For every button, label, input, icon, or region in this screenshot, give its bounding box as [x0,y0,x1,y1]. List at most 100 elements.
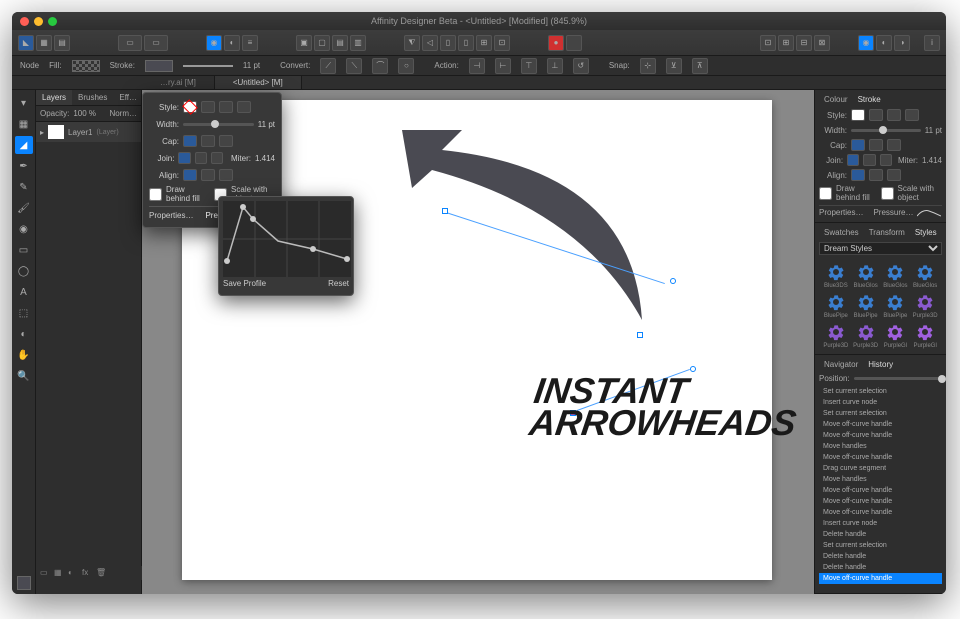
style-swatch-item[interactable]: Purple3D [852,321,880,349]
align-button[interactable]: ▯ [458,35,474,51]
history-item[interactable]: Drag curve segment [819,463,942,474]
view-button[interactable]: ◉ [858,35,874,51]
history-item[interactable]: Delete handle [819,562,942,573]
pen-tool[interactable]: ✒ [15,157,33,175]
action-button[interactable]: ⊤ [521,58,537,74]
style-swatch-item[interactable]: PurpleGl [911,321,939,349]
align-button[interactable]: ⊞ [476,35,492,51]
persona-export-icon[interactable]: ▤ [54,35,70,51]
history-item[interactable]: Move off-curve handle [819,496,942,507]
foreground-color[interactable] [17,576,31,590]
style-brush-button[interactable] [237,101,251,113]
style-swatch-item[interactable]: BluePipe [882,291,910,319]
history-item[interactable]: Delete handle [819,551,942,562]
fx-icon[interactable]: fx [82,568,92,578]
history-item[interactable]: Move off-curve handle [819,507,942,518]
snap-button[interactable]: ⊞ [778,35,794,51]
color-selector-2-button[interactable]: ▭ [144,35,168,51]
arrange-button[interactable]: ▢ [314,35,330,51]
scale-obj-checkbox[interactable] [881,187,894,200]
style-solid-button[interactable] [201,101,215,113]
styles-dropdown[interactable]: Dream Styles [819,242,942,255]
align-outside[interactable] [887,169,901,181]
miter-value[interactable]: 1.414 [255,154,275,163]
snap-button[interactable]: ⊻ [666,58,682,74]
action-button[interactable]: ⊥ [547,58,563,74]
width-slider[interactable] [183,123,254,126]
stroke-panel-tab[interactable]: Stroke [853,92,886,106]
toolbar-button[interactable]: ◉ [206,35,222,51]
align-button[interactable]: ⊡ [494,35,510,51]
style-brush[interactable] [905,109,919,121]
history-item[interactable]: Insert curve node [819,397,942,408]
style-swatch-item[interactable]: BlueGlos [852,261,880,289]
hand-tool[interactable]: ✋ [15,346,33,364]
action-button[interactable]: ⊣ [469,58,485,74]
stroke-width[interactable]: 11 pt [243,61,260,70]
zoom-tool[interactable]: 🔍 [15,367,33,385]
convert-button[interactable]: ⌒ [372,58,388,74]
swatches-tab[interactable]: Swatches [819,225,864,239]
snap-button[interactable]: ⊹ [640,58,656,74]
join-round-button[interactable] [195,152,207,164]
color-selector-button[interactable]: ▭ [118,35,142,51]
curve-node[interactable] [637,332,643,338]
arrow-shape[interactable] [382,110,712,350]
curve-node[interactable] [442,208,448,214]
stroke-swatch[interactable] [145,60,173,72]
fill-tool[interactable]: ◉ [15,220,33,238]
text-frame-tool[interactable]: ⬚ [15,304,33,322]
pressure-button[interactable]: Pressure… [873,208,913,217]
node-tool[interactable]: ◢ [15,136,33,154]
transform-tab[interactable]: Transform [864,225,910,239]
snap-button[interactable]: ⊟ [796,35,812,51]
canvas-text[interactable]: INSTANT ARROWHEADS [527,375,802,440]
history-item[interactable]: Move off-curve handle [819,573,942,584]
cap-round-button[interactable] [201,135,215,147]
style-swatch-item[interactable]: BlueGlos [882,261,910,289]
history-item[interactable]: Set current selection [819,386,942,397]
document-tab[interactable]: <Untitled> [M] [215,76,302,89]
style-swatch-item[interactable]: Purple3D [822,321,850,349]
align-inside-button[interactable] [201,169,215,181]
style-dash-button[interactable] [219,101,233,113]
layer-expand-icon[interactable]: ▸ [40,128,44,137]
draw-behind-checkbox[interactable] [819,187,832,200]
join-bevel-button[interactable] [211,152,223,164]
history-item[interactable]: Move handles [819,441,942,452]
layers-tab[interactable]: Layers [36,90,72,105]
blend-mode[interactable]: Norm… [109,109,137,118]
shape-tool[interactable]: ◯ [15,262,33,280]
add-group-icon[interactable]: ▦ [54,568,64,578]
history-tab[interactable]: History [863,357,898,371]
snap-button[interactable]: ⊡ [760,35,776,51]
persona-designer-icon[interactable]: ◣ [18,35,34,51]
layer-row[interactable]: ▸ Layer1 (Layer) [36,122,141,142]
history-item[interactable]: Insert curve node [819,518,942,529]
brush-tool[interactable]: 🖌 [15,199,33,217]
history-item[interactable]: Move off-curve handle [819,430,942,441]
convert-button[interactable]: ○ [398,58,414,74]
convert-button[interactable]: ⟍ [346,58,362,74]
align-button[interactable]: ⧨ [404,35,420,51]
minimize-window-button[interactable] [34,17,43,26]
style-swatch-item[interactable]: BluePipe [852,291,880,319]
action-button[interactable]: ↺ [573,58,589,74]
join-bevel[interactable] [880,154,892,166]
color-picker-tool[interactable]: ◐ [15,325,33,343]
style-swatch-item[interactable]: Blue3DS [822,261,850,289]
join-miter-button[interactable] [178,152,190,164]
styles-tab[interactable]: Styles [910,225,942,239]
history-item[interactable]: Move off-curve handle [819,419,942,430]
add-layer-icon[interactable]: ▭ [40,568,50,578]
style-swatch-item[interactable]: Purple3D [911,291,939,319]
style-swatch-item[interactable]: PurpleGl [882,321,910,349]
toolbar-button[interactable]: ◐ [224,35,240,51]
fill-swatch[interactable] [72,60,100,72]
shape-tool[interactable]: ▭ [15,241,33,259]
draw-behind-checkbox[interactable] [149,188,162,201]
convert-button[interactable]: ⟋ [320,58,336,74]
style-dash[interactable] [887,109,901,121]
curve-handle[interactable] [670,278,676,284]
history-item[interactable]: Set current selection [819,540,942,551]
